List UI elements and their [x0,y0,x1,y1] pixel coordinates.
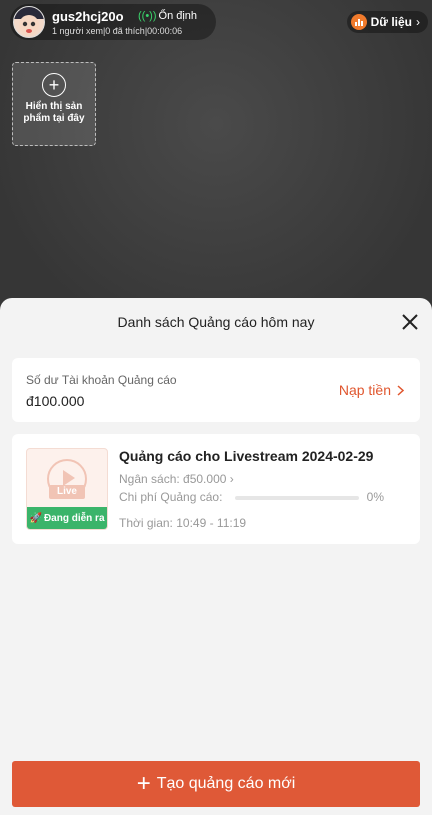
create-ad-label: Tạo quảng cáo mới [156,775,296,792]
connection-status-label: Ổn định [158,10,198,22]
close-icon [402,314,418,330]
add-product-button[interactable]: + Hiển thị sản phẩm tại đây [12,62,96,146]
status-label: Đang diễn ra [43,512,105,524]
cost-progress-bar [235,496,359,500]
ad-balance-card: Số dư Tài khoản Quảng cáo đ100.000 Nạp t… [12,358,420,422]
ad-budget[interactable]: Ngân sách: đ50.000 › [119,472,234,486]
ad-cost-row: Chi phí Quảng cáo: 0% [119,490,411,506]
close-button[interactable] [400,312,420,332]
ad-cost-label: Chi phí Quảng cáo: [119,490,223,504]
avatar [13,6,45,38]
product-placeholder-label: Hiển thị sản phẩm tại đây [23,101,85,124]
rocket-icon: 🚀 [29,512,42,524]
ad-budget-label: Ngân sách: đ50.000 [119,472,227,486]
chevron-right-icon: › [416,15,420,29]
data-button-label: Dữ liệu [370,15,412,29]
ad-campaign-card[interactable]: Live 🚀 Đang diễn ra Quảng cáo cho Livest… [12,434,420,544]
create-ad-button[interactable]: + Tạo quảng cáo mới [12,761,420,807]
host-info[interactable]: gus2hcj20o ((•)) Ổn định 1 người xem|0 đ… [10,4,216,40]
plus-circle-icon: + [42,73,66,97]
chevron-right-icon: › [229,472,234,486]
top-up-label: Nạp tiền [338,382,391,398]
chevron-right-icon [397,384,404,396]
live-stream-background [0,0,432,310]
connection-status: ((•)) Ổn định [138,10,197,22]
ad-time: Thời gian: 10:49 - 11:19 [119,516,247,530]
top-up-button[interactable]: Nạp tiền [339,382,404,398]
signal-icon: ((•)) [138,10,157,22]
live-stats: 1 người xem|0 đã thích|00:00:06 [52,26,183,36]
data-button[interactable]: Dữ liệu › [346,11,428,33]
ad-cost-percent: 0% [366,490,384,504]
plus-icon: + [136,770,151,797]
balance-value: đ100.000 [26,393,85,409]
ads-bottom-sheet: Danh sách Quảng cáo hôm nay Số dư Tài kh… [0,298,432,815]
host-name: gus2hcj20o [52,9,124,24]
bar-chart-icon [350,14,367,30]
ad-thumbnail: Live 🚀 Đang diễn ra [26,448,108,530]
thumbnail-live-label: Live [49,485,85,499]
status-badge: 🚀 Đang diễn ra [27,507,107,529]
sheet-title: Danh sách Quảng cáo hôm nay [117,314,315,330]
balance-label: Số dư Tài khoản Quảng cáo [26,373,177,387]
ad-title: Quảng cáo cho Livestream 2024-02-29 [119,448,374,464]
